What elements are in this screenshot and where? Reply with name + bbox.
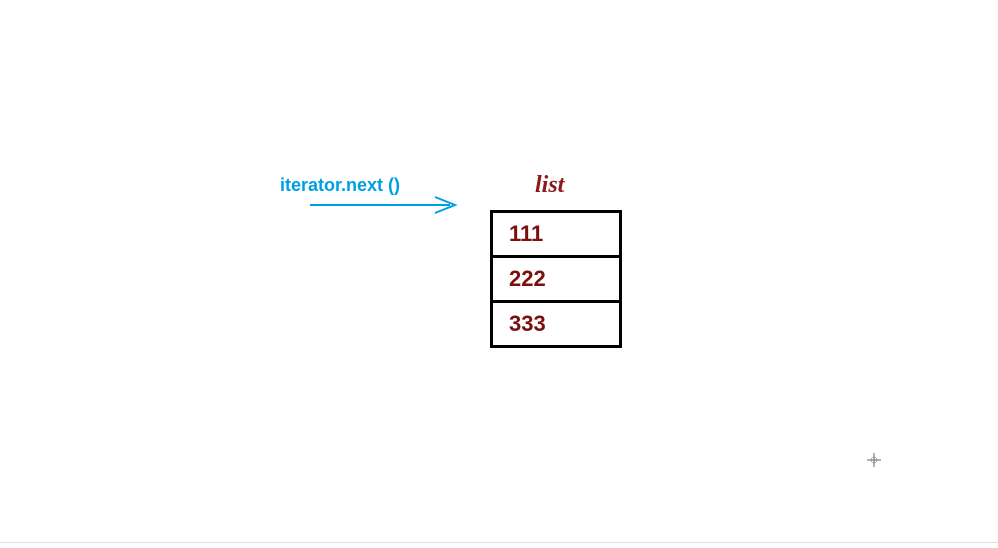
diagram-canvas: iterator.next () list 111 222 333	[0, 0, 998, 548]
list-title: list	[535, 172, 564, 199]
list-box: 111 222 333	[490, 210, 622, 348]
arrow-icon	[310, 195, 465, 215]
divider	[0, 542, 998, 543]
iterator-label: iterator.next ()	[280, 175, 400, 196]
list-item: 333	[490, 300, 622, 348]
cursor-crosshair-icon	[867, 453, 881, 467]
list-item: 111	[490, 210, 622, 258]
list-item: 222	[490, 255, 622, 303]
